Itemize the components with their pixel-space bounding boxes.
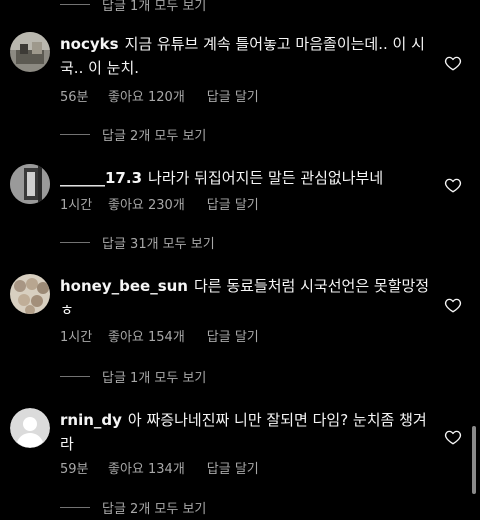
view-replies-label: 답글 1개 모두 보기 [102, 0, 207, 14]
comment-time: 1시간 [60, 197, 93, 213]
reply-button[interactable]: 답글 달기 [207, 86, 259, 105]
view-replies-label: 답글 2개 모두 보기 [102, 501, 207, 517]
scrollbar[interactable] [472, 426, 476, 494]
comment-content: 나라가 뒤집어지든 말든 관심없나부네 [148, 169, 384, 187]
replies-divider [60, 3, 90, 5]
avatar[interactable] [10, 164, 50, 204]
avatar[interactable] [10, 32, 50, 72]
comment-time: 1시간 [60, 329, 93, 345]
replies-divider [60, 133, 90, 135]
view-replies-link[interactable]: 답글 2개 모두 보기 [60, 124, 206, 144]
comment-username[interactable]: nocyks [60, 35, 119, 53]
comment-username[interactable]: ______17.3 [60, 169, 142, 187]
reply-button[interactable]: 답글 달기 [207, 326, 259, 345]
comment-meta: 1시간 좋아요 230개 답글 달기 [60, 194, 259, 213]
replies-divider [60, 375, 90, 377]
comment-meta: 56분 좋아요 120개 답글 달기 [60, 86, 259, 105]
reply-button[interactable]: 답글 달기 [207, 458, 259, 477]
comment-time: 56분 [60, 89, 89, 105]
default-avatar-icon[interactable] [10, 408, 50, 448]
comment-time: 59분 [60, 461, 89, 477]
view-replies-link[interactable]: 답글 31개 모두 보기 [60, 232, 215, 252]
like-heart-icon[interactable] [444, 296, 462, 314]
comment-username[interactable]: rnin_dy [60, 411, 122, 429]
view-replies-label: 답글 2개 모두 보기 [102, 128, 207, 144]
replies-divider [60, 241, 90, 243]
view-replies-link[interactable]: 답글 1개 모두 보기 [60, 0, 206, 14]
view-replies-link[interactable]: 답글 1개 모두 보기 [60, 366, 206, 386]
avatar[interactable] [10, 274, 50, 314]
comment-text: nocyks 지금 유튜브 계속 틀어놓고 마음졸이는데.. 이 시국.. 이 눈… [60, 32, 430, 80]
like-count[interactable]: 좋아요 154개 [108, 326, 185, 345]
like-count[interactable]: 좋아요 134개 [108, 458, 185, 477]
comment-text: rnin_dy 아 짜증나네진짜 니만 잘되면 다임? 눈치좀 챙겨라 [60, 408, 430, 456]
comment-meta: 1시간 좋아요 154개 답글 달기 [60, 326, 259, 345]
view-replies-label: 답글 31개 모두 보기 [102, 236, 215, 252]
like-count[interactable]: 좋아요 230개 [108, 194, 185, 213]
reply-button[interactable]: 답글 달기 [207, 194, 259, 213]
replies-divider [60, 506, 90, 508]
comment-meta: 59분 좋아요 134개 답글 달기 [60, 458, 259, 477]
like-count[interactable]: 좋아요 120개 [108, 86, 185, 105]
view-replies-link[interactable]: 답글 2개 모두 보기 [60, 497, 206, 517]
like-heart-icon[interactable] [444, 428, 462, 446]
comment-username[interactable]: honey_bee_sun [60, 277, 188, 295]
like-heart-icon[interactable] [444, 54, 462, 72]
view-replies-label: 답글 1개 모두 보기 [102, 370, 207, 386]
like-heart-icon[interactable] [444, 176, 462, 194]
comment-text: ______17.3 나라가 뒤집어지든 말든 관심없나부네 [60, 166, 430, 190]
comment-text: honey_bee_sun 다른 동료들처럼 시국선언은 못할망정ㅎ [60, 274, 430, 322]
